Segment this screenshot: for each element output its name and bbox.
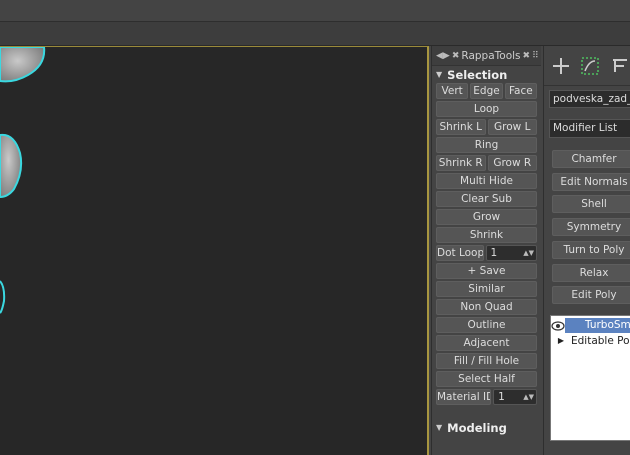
viewport-scene — [0, 47, 46, 314]
viewport-perspective[interactable] — [0, 46, 429, 455]
create-plus-icon[interactable] — [552, 55, 570, 77]
material-id-value: 1 — [498, 391, 505, 403]
spinner-arrows-icon[interactable]: ▲▼ — [523, 246, 536, 260]
modify-icon[interactable] — [580, 55, 600, 77]
pin-icon[interactable]: ✖ — [452, 51, 460, 61]
vert-button[interactable]: Vert — [436, 83, 469, 99]
collapse-triangle-icon[interactable]: ▼ — [436, 70, 442, 79]
rappatools-panel: ◀▶ ✖ RappaTools ✖ ⠿ ▼ Selection Vert Edg… — [431, 46, 541, 455]
grow-button[interactable]: Grow — [436, 209, 537, 225]
mesh-object-bottom[interactable] — [0, 280, 6, 314]
section-modeling[interactable]: ▼ Modeling — [432, 419, 541, 436]
grip-icon[interactable]: ⠿ — [532, 51, 539, 61]
turn-to-poly-button[interactable]: Turn to Poly — [552, 241, 630, 259]
symmetry-button[interactable]: Symmetry — [552, 218, 630, 236]
dot-loop-button[interactable]: Dot Loop — [436, 245, 484, 261]
section-modeling-label: Modeling — [447, 420, 507, 435]
rappatools-title: RappaTools — [461, 49, 521, 62]
arrow-left-right-icon[interactable]: ◀▶ — [436, 51, 450, 61]
expand-triangle-icon[interactable]: ▶ — [551, 336, 571, 345]
save-button[interactable]: + Save — [436, 263, 537, 279]
stack-item-label: TurboSmooth — [565, 318, 630, 333]
shrink-r-button[interactable]: Shrink R — [436, 155, 486, 171]
similar-button[interactable]: Similar — [436, 281, 537, 297]
hierarchy-icon[interactable] — [610, 55, 630, 77]
dot-loop-value: 1 — [490, 247, 498, 259]
adjacent-button[interactable]: Adjacent — [436, 335, 537, 351]
loop-button[interactable]: Loop — [436, 101, 537, 117]
clear-sub-button[interactable]: Clear Sub — [436, 191, 537, 207]
title-bar — [0, 0, 630, 22]
eye-icon[interactable] — [551, 320, 565, 331]
object-name-field[interactable]: podveska_zad_ — [549, 90, 630, 108]
mesh-object-top[interactable] — [0, 47, 46, 83]
modifier-stack[interactable]: TurboSmooth ▶ Editable Poly — [550, 315, 630, 441]
shell-button[interactable]: Shell — [552, 195, 630, 213]
command-panel: podveska_zad_ Modifier List Chamfer Edit… — [543, 46, 630, 455]
close-icon[interactable]: ✖ — [523, 51, 531, 61]
spinner-arrows-icon[interactable]: ▲▼ — [523, 390, 536, 404]
main-toolbar — [0, 22, 630, 46]
fill-hole-button[interactable]: Fill / Fill Hole — [436, 353, 537, 369]
material-id-button[interactable]: Material ID — [436, 389, 492, 405]
stack-item-turbosmooth[interactable]: TurboSmooth — [551, 318, 630, 333]
section-selection[interactable]: ▼ Selection — [432, 66, 541, 83]
select-half-button[interactable]: Select Half — [436, 371, 537, 387]
grow-l-button[interactable]: Grow L — [487, 119, 537, 135]
shrink-l-button[interactable]: Shrink L — [436, 119, 486, 135]
non-quad-button[interactable]: Non Quad — [436, 299, 537, 315]
chamfer-button[interactable]: Chamfer — [552, 150, 630, 168]
relax-button[interactable]: Relax — [552, 264, 630, 282]
ring-button[interactable]: Ring — [436, 137, 537, 153]
outline-button[interactable]: Outline — [436, 317, 537, 333]
section-selection-label: Selection — [447, 67, 508, 82]
stack-item-editable-poly[interactable]: ▶ Editable Poly — [551, 333, 630, 348]
shrink-button[interactable]: Shrink — [436, 227, 537, 243]
mesh-object-middle[interactable] — [0, 133, 23, 199]
command-panel-tabs — [544, 46, 630, 86]
edit-normals-button[interactable]: Edit Normals — [552, 173, 630, 191]
rappatools-titlebar[interactable]: ◀▶ ✖ RappaTools ✖ ⠿ — [432, 46, 541, 66]
face-button[interactable]: Face — [504, 83, 537, 99]
edit-poly-button[interactable]: Edit Poly — [552, 286, 630, 304]
grow-r-button[interactable]: Grow R — [487, 155, 537, 171]
collapse-triangle-icon[interactable]: ▼ — [436, 423, 442, 432]
stack-item-label: Editable Poly — [571, 334, 630, 347]
material-id-spinner[interactable]: 1 ▲▼ — [493, 389, 537, 405]
edge-button[interactable]: Edge — [470, 83, 503, 99]
dot-loop-spinner[interactable]: 1 ▲▼ — [485, 245, 537, 261]
modifier-list-dropdown[interactable]: Modifier List — [549, 119, 630, 138]
multi-hide-button[interactable]: Multi Hide — [436, 173, 537, 189]
